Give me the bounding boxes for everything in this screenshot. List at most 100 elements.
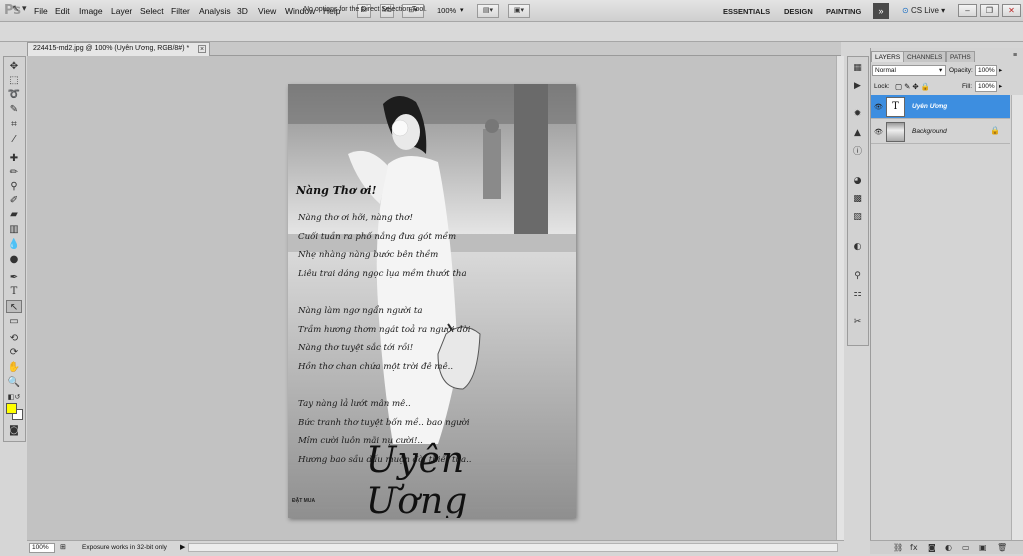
- menu-3d[interactable]: 3D: [237, 6, 248, 16]
- panel-menu-icon[interactable]: ≡: [1013, 52, 1017, 59]
- navigator-panel-icon[interactable]: ✹: [850, 108, 865, 121]
- status-menu-arrow[interactable]: ▶: [180, 543, 185, 551]
- history-brush-tool-icon[interactable]: ✐: [6, 194, 22, 207]
- menu-edit[interactable]: Edit: [55, 6, 70, 16]
- quick-mask-icon[interactable]: ◙: [6, 424, 22, 437]
- new-group-icon[interactable]: ▭: [962, 543, 970, 552]
- zoom-level[interactable]: 100%: [437, 6, 456, 15]
- 3d-rotate-tool-icon[interactable]: ⟲: [6, 332, 22, 345]
- foreground-color-swatch[interactable]: [6, 403, 17, 414]
- visibility-eye-icon[interactable]: 👁: [874, 103, 883, 111]
- histogram-panel-icon[interactable]: ▲: [850, 127, 865, 140]
- menu-image[interactable]: Image: [79, 6, 103, 16]
- horizontal-scrollbar[interactable]: [188, 543, 838, 552]
- tab-paths[interactable]: PATHS: [946, 51, 975, 62]
- brush-panel-icon[interactable]: ⚏: [850, 288, 865, 301]
- dodge-tool-icon[interactable]: ●: [6, 253, 22, 266]
- layer-name: Background: [912, 128, 947, 135]
- poem-spacer: [298, 376, 518, 395]
- layer-row[interactable]: 👁 T Uyên Ương: [871, 95, 1010, 119]
- menu-file[interactable]: File: [34, 6, 48, 16]
- link-layers-icon[interactable]: ⛓: [893, 543, 903, 552]
- actions-panel-icon[interactable]: ▶: [850, 80, 865, 93]
- clone-stamp-tool-icon[interactable]: ⚲: [6, 180, 22, 193]
- workspace-essentials[interactable]: ESSENTIALS: [723, 7, 770, 16]
- document-tab[interactable]: 224415-md2.jpg @ 100% (Uyên Ương, RGB/8#…: [27, 42, 210, 56]
- cs-live-button[interactable]: ⊙ CS Live ▾: [902, 6, 945, 15]
- tool-preset-picker[interactable]: ↖ ▾: [12, 3, 34, 17]
- restore-button[interactable]: ❐: [980, 4, 999, 17]
- more-workspaces-icon[interactable]: »: [873, 3, 889, 19]
- layer-row[interactable]: 👁 Background 🔒: [871, 120, 1010, 144]
- lasso-tool-icon[interactable]: ➰: [6, 88, 22, 101]
- spot-healing-tool-icon[interactable]: ✚: [6, 152, 22, 165]
- brush-tool-icon[interactable]: ✏: [6, 166, 22, 179]
- shape-tool-icon[interactable]: ▭: [6, 315, 22, 328]
- color-panel-icon[interactable]: ◕: [850, 175, 865, 188]
- menu-view[interactable]: View: [258, 6, 276, 16]
- menu-filter[interactable]: Filter: [171, 6, 190, 16]
- delete-layer-icon[interactable]: 🗑: [997, 543, 1007, 552]
- zoom-tool-icon[interactable]: 🔍: [6, 376, 22, 389]
- status-message: Exposure works in 32-bit only: [82, 544, 167, 551]
- poem-spacer: [298, 283, 518, 302]
- document-image[interactable]: Nàng Thơ ơi! Nàng thơ ơi hỡi, nàng thơ! …: [288, 84, 576, 518]
- poem-line: Cuối tuần ra phố nắng đưa gót mềm: [298, 231, 457, 242]
- marquee-tool-icon[interactable]: ⬚: [6, 74, 22, 87]
- adjustments-panel-icon[interactable]: ◐: [850, 241, 865, 254]
- layer-mask-icon[interactable]: ◙: [928, 543, 936, 552]
- fill-label: Fill:: [962, 83, 973, 90]
- pen-tool-icon[interactable]: ✒: [6, 271, 22, 284]
- close-button[interactable]: ✕: [1002, 4, 1021, 17]
- zoom-field[interactable]: 100%: [29, 543, 55, 553]
- blend-mode-dropdown-icon[interactable]: ▾: [939, 66, 942, 74]
- eyedropper-tool-icon[interactable]: ⁄: [6, 133, 22, 146]
- menu-analysis[interactable]: Analysis: [199, 6, 231, 16]
- direct-selection-tool-icon[interactable]: ↖: [6, 300, 22, 313]
- vertical-scrollbar[interactable]: [836, 56, 844, 540]
- visibility-eye-icon[interactable]: 👁: [874, 128, 883, 136]
- type-tool-icon[interactable]: T: [6, 285, 22, 298]
- adjustment-layer-icon[interactable]: ◐: [945, 543, 952, 552]
- clone-source-panel-icon[interactable]: ⚲: [850, 270, 865, 283]
- move-tool-icon[interactable]: ✥: [6, 60, 22, 73]
- tab-layers[interactable]: LAYERS: [871, 51, 905, 62]
- poem-line: Trầm hương thơm ngát toả ra người đời: [298, 324, 471, 335]
- 3d-orbit-tool-icon[interactable]: ⟳: [6, 346, 22, 359]
- tab-channels[interactable]: CHANNELS: [903, 51, 947, 62]
- poem-line: Hồn thơ chan chứa một trời đê mê..: [298, 361, 454, 372]
- hand-tool-icon[interactable]: ✋: [6, 361, 22, 374]
- menu-select[interactable]: Select: [140, 6, 164, 16]
- options-bar: [0, 22, 1023, 42]
- opacity-slider-icon[interactable]: ▸: [999, 66, 1002, 74]
- opacity-field[interactable]: 100%: [975, 65, 997, 76]
- new-layer-icon[interactable]: ▣: [979, 543, 987, 552]
- gradient-tool-icon[interactable]: ▥: [6, 223, 22, 236]
- history-panel-icon[interactable]: ▦: [850, 62, 865, 75]
- eraser-tool-icon[interactable]: ▰: [6, 208, 22, 221]
- minimize-button[interactable]: –: [958, 4, 977, 17]
- info-panel-icon[interactable]: ⓘ: [850, 146, 865, 159]
- blur-tool-icon[interactable]: 💧: [6, 238, 22, 251]
- quick-selection-tool-icon[interactable]: ✎: [6, 103, 22, 116]
- fill-slider-icon[interactable]: ▸: [999, 82, 1002, 90]
- layers-scrollbar[interactable]: [1011, 95, 1023, 540]
- workspace-painting[interactable]: PAINTING: [826, 7, 861, 16]
- blend-mode-select[interactable]: Normal: [872, 65, 946, 76]
- crop-tool-icon[interactable]: ⌗: [6, 118, 22, 131]
- styles-panel-icon[interactable]: ▧: [850, 211, 865, 224]
- fill-field[interactable]: 100%: [975, 81, 997, 92]
- cs-live-label: CS Live: [910, 6, 939, 15]
- zoom-dropdown-icon[interactable]: ▾: [460, 6, 464, 14]
- screen-mode-icon[interactable]: ▣▾: [508, 4, 530, 18]
- lock-options-icons[interactable]: ▢✎✥🔒: [895, 82, 932, 91]
- layer-style-icon[interactable]: fx: [910, 543, 918, 552]
- tool-presets-panel-icon[interactable]: ✂: [850, 316, 865, 329]
- status-info-icon[interactable]: ⊞: [60, 543, 66, 551]
- arrange-documents-icon[interactable]: ▤▾: [477, 4, 499, 18]
- poem-line: Nhẹ nhàng nàng bước bên thềm: [298, 250, 439, 261]
- close-tab-icon[interactable]: ×: [198, 45, 206, 53]
- menu-layer[interactable]: Layer: [111, 6, 132, 16]
- workspace-design[interactable]: DESIGN: [784, 7, 813, 16]
- swatches-panel-icon[interactable]: ▩: [850, 193, 865, 206]
